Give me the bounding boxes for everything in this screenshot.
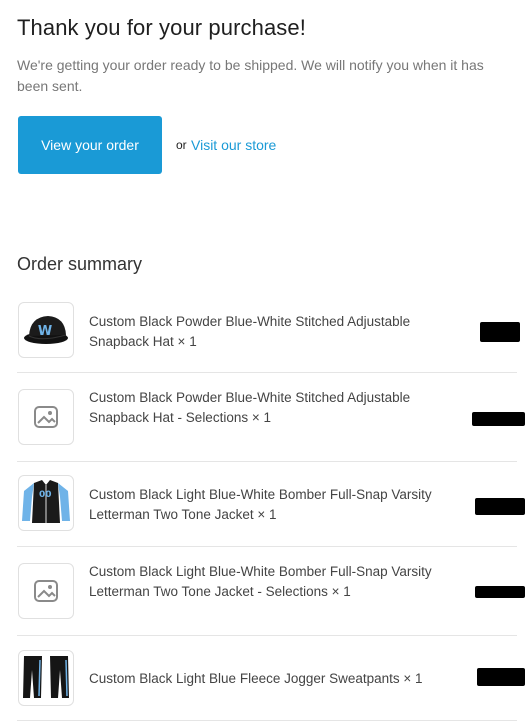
order-item: Custom Black Light Blue Fleece Jogger Sw…	[17, 635, 525, 721]
or-text: or	[176, 138, 187, 152]
image-placeholder-icon	[18, 389, 74, 445]
svg-text:W: W	[38, 324, 52, 339]
view-order-button[interactable]: View your order	[18, 116, 162, 174]
order-status-message: We're getting your order ready to be shi…	[17, 57, 484, 94]
redacted-price	[475, 586, 525, 598]
redacted-price	[480, 322, 520, 342]
order-summary-title: Order summary	[17, 254, 143, 274]
visit-store-link[interactable]: Visit our store	[191, 137, 276, 153]
redacted-price	[472, 412, 525, 426]
order-item: W Custom Black Powder Blue-White Stitche…	[17, 302, 520, 373]
item-name: Custom Black Powder Blue-White Stitched …	[89, 314, 411, 349]
item-name: Custom Black Light Blue-White Bomber Ful…	[89, 487, 432, 522]
hat-image: W	[18, 302, 74, 358]
item-name: Custom Black Light Blue-White Bomber Ful…	[89, 564, 432, 599]
item-name: Custom Black Powder Blue-White Stitched …	[89, 390, 411, 425]
jacket-image: 00	[18, 475, 74, 531]
image-placeholder-icon	[18, 563, 74, 619]
page-title: Thank you for your purchase!	[17, 15, 306, 40]
sweatpants-image	[18, 650, 74, 706]
redacted-price	[475, 498, 525, 515]
svg-text:00: 00	[39, 490, 52, 500]
order-item: Custom Black Powder Blue-White Stitched …	[17, 372, 525, 462]
order-item: 00 Custom Black Light Blue-White Bomber …	[17, 461, 525, 547]
item-name: Custom Black Light Blue Fleece Jogger Sw…	[89, 671, 423, 686]
order-item: Custom Black Light Blue-White Bomber Ful…	[17, 546, 525, 636]
redacted-price	[477, 668, 525, 686]
